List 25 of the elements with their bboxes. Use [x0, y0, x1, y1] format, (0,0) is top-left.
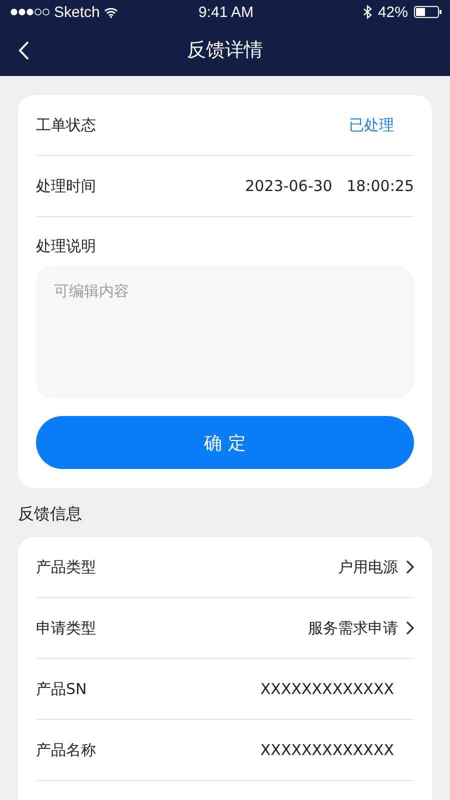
confirm-button[interactable]: 确 定 [36, 416, 414, 469]
battery-icon [414, 6, 442, 18]
field-label: 处理时间 [36, 176, 96, 196]
note-field[interactable]: 可编辑内容 [36, 266, 414, 398]
carrier-name: Sketch [54, 4, 100, 20]
page-title: 反馈详情 [187, 38, 263, 63]
bluetooth-icon [362, 5, 372, 19]
wifi-icon [104, 6, 118, 18]
field-value: XXXXXXXXXXXXX [260, 680, 394, 698]
field-label: 处理说明 [36, 237, 97, 256]
status-time: 9:41 AM [198, 4, 254, 20]
field-value: 户用电源 [338, 558, 398, 576]
section-title: 反馈信息 [18, 503, 83, 525]
signal-icon [10, 8, 50, 16]
field-value: XXXXXXXXXXXXX [260, 741, 394, 759]
field-label: 工单状态 [36, 116, 96, 134]
status-value: 已处理 [349, 116, 395, 134]
field-value: 服务需求申请 [308, 618, 398, 638]
field-label: 产品SN [36, 680, 87, 698]
field-value: 2023-06-30 18:00:25 [245, 177, 414, 195]
back-icon [18, 40, 29, 60]
field-label: 申请类型 [36, 618, 96, 638]
battery-percent: 42% [378, 4, 408, 20]
field-label: 产品名称 [36, 740, 96, 760]
field-label: 产品类型 [36, 558, 96, 576]
